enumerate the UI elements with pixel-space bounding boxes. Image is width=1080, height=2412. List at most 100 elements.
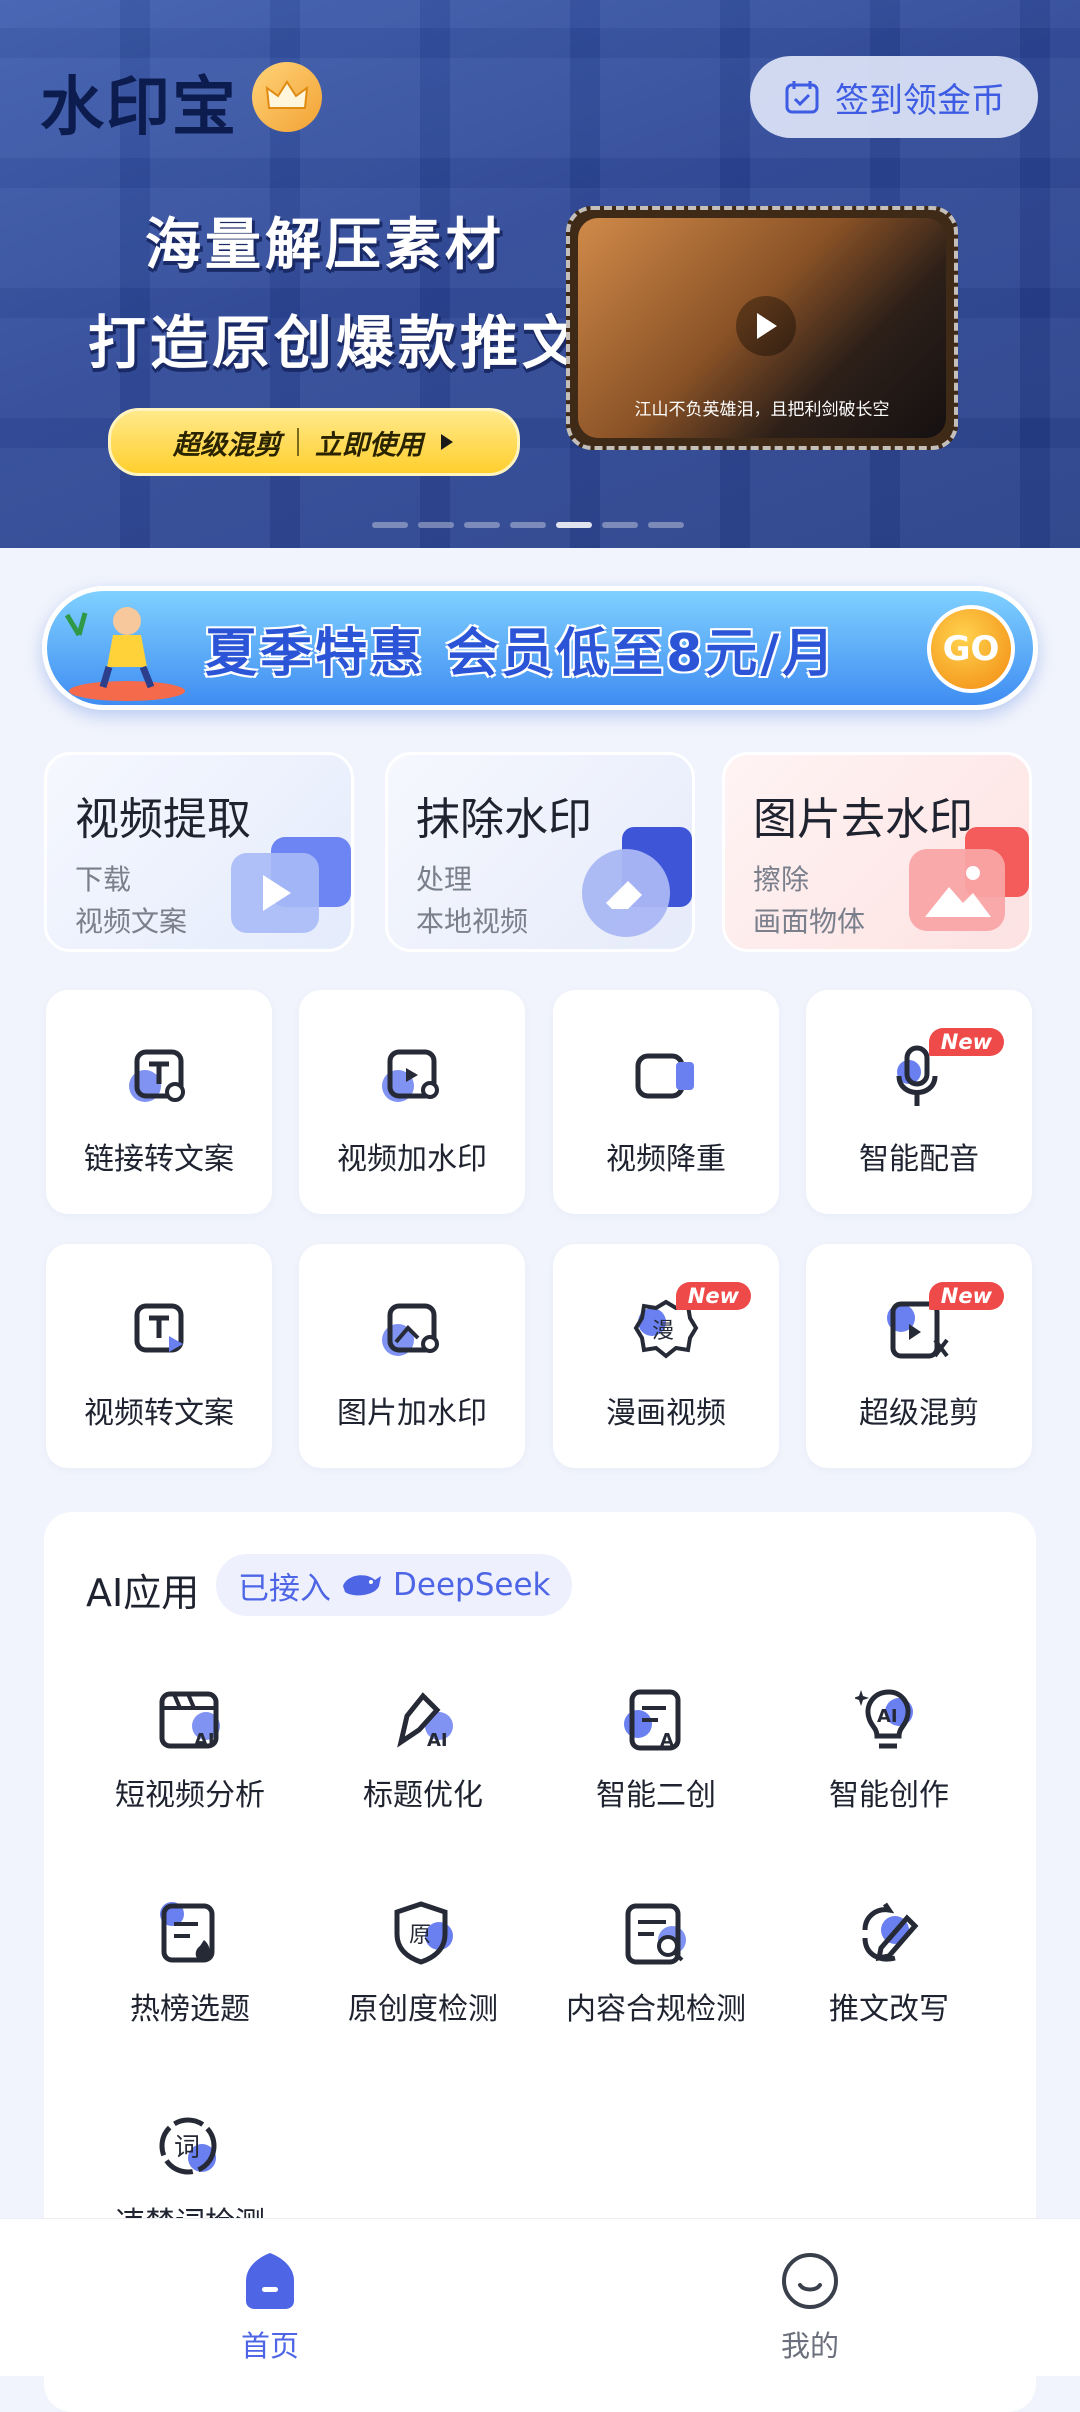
video-extract-card[interactable]: 视频提取 下载 视频文案 — [44, 752, 354, 952]
carousel-dot[interactable] — [556, 522, 592, 528]
tool-comic-video[interactable]: 漫漫画视频 New — [553, 1244, 779, 1468]
hero-cta-button[interactable]: 超级混剪 立即使用 — [108, 408, 520, 476]
tool-video-camera[interactable]: 视频降重 — [553, 990, 779, 1214]
tool-label: 超级混剪 — [859, 1396, 979, 1431]
carousel-dot[interactable] — [648, 522, 684, 528]
video-analysis-icon: AI — [156, 1686, 224, 1754]
tab-profile[interactable]: 我的 — [730, 2251, 890, 2365]
carousel-dot[interactable] — [372, 522, 408, 528]
ai-item-hot-list[interactable]: 热榜选题 — [74, 1900, 306, 2060]
tool-microphone[interactable]: 智能配音 New — [806, 990, 1032, 1214]
tool-video-watermark[interactable]: 视频加水印 — [299, 990, 525, 1214]
image-icon — [909, 827, 1029, 931]
ai-item-original-check[interactable]: 原原创度检测 — [307, 1900, 539, 2060]
ai-item-label: 短视频分析 — [115, 1778, 265, 1813]
image-watermark-icon — [376, 1296, 448, 1368]
pen-ai-icon: AI — [389, 1686, 457, 1754]
surfer-illustration-icon — [64, 607, 185, 701]
new-badge: New — [928, 1028, 1004, 1056]
ai-item-label: 原创度检测 — [348, 1992, 498, 2027]
ai-item-video-analysis[interactable]: AI 短视频分析 — [74, 1686, 306, 1846]
tool-label: 图片加水印 — [337, 1396, 487, 1431]
deepseek-prefix: 已接入 — [238, 1570, 331, 1607]
new-badge: New — [675, 1282, 751, 1310]
tab-home[interactable]: 首页 — [190, 2251, 350, 2365]
ai-item-pen-ai[interactable]: AI 标题优化 — [307, 1686, 539, 1846]
whale-icon — [343, 1575, 381, 1596]
svg-text:原: 原 — [409, 1923, 431, 1948]
tool-link-text[interactable]: 链接转文案 — [46, 990, 272, 1214]
video-text-icon — [123, 1296, 195, 1368]
card-sub-2: 视频文案 — [75, 905, 188, 938]
carousel-dot[interactable] — [418, 522, 454, 528]
tool-image-watermark[interactable]: 图片加水印 — [299, 1244, 525, 1468]
tool-label: 视频加水印 — [337, 1142, 487, 1177]
link-text-icon — [123, 1042, 195, 1114]
remove-watermark-card[interactable]: 抹除水印 处理 本地视频 — [385, 752, 695, 952]
card-sub-2: 画面物体 — [753, 905, 866, 938]
image-remove-watermark-card[interactable]: 图片去水印 擦除 画面物体 — [722, 752, 1032, 952]
calendar-check-icon — [785, 81, 819, 114]
summer-go-button[interactable]: GO — [927, 605, 1015, 693]
hero-headline-2: 打造原创爆款推文 — [88, 309, 585, 377]
video-play-icon — [231, 837, 351, 933]
deepseek-badge: 已接入 DeepSeek — [216, 1554, 573, 1616]
carousel-dot[interactable] — [602, 522, 638, 528]
forbidden-word-icon: 词 — [156, 2114, 224, 2182]
carousel-dot[interactable] — [510, 522, 546, 528]
video-camera-icon — [630, 1042, 702, 1114]
tool-label: 视频转文案 — [84, 1396, 234, 1431]
ai-item-label: 智能创作 — [829, 1778, 949, 1813]
svg-text:AI: AI — [427, 1730, 448, 1751]
tool-label: 链接转文案 — [84, 1142, 234, 1177]
card-sub-1: 下载 — [75, 863, 132, 896]
ai-item-bulb-ai[interactable]: AI 智能创作 — [773, 1686, 1005, 1846]
ai-item-label: 内容合规检测 — [566, 1992, 746, 2027]
summer-sale-text: 夏季特惠 会员低至8元/月 — [205, 624, 838, 684]
ai-item-rewrite[interactable]: 推文改写 — [773, 1900, 1005, 2060]
carousel-dot[interactable] — [464, 522, 500, 528]
svg-text:AI: AI — [660, 1730, 681, 1751]
tool-label: 视频降重 — [606, 1142, 726, 1177]
play-icon[interactable] — [736, 296, 796, 356]
carousel-indicator — [372, 522, 684, 528]
summer-sale-banner[interactable]: 夏季特惠 会员低至8元/月 GO — [42, 586, 1038, 710]
tool-video-text[interactable]: 视频转文案 — [46, 1244, 272, 1468]
tab-home-label: 首页 — [240, 2329, 299, 2363]
ai-item-doc-ai[interactable]: AI 智能二创 — [540, 1686, 772, 1846]
hero-cta-divider — [297, 428, 299, 456]
play-arrow-icon — [441, 434, 453, 450]
ai-item-label: 推文改写 — [829, 1992, 949, 2027]
checkin-label: 签到领金币 — [835, 80, 1005, 121]
hero-cta-feature: 超级混剪 — [173, 429, 281, 461]
ai-item-label: 智能二创 — [596, 1778, 716, 1813]
svg-text:AI: AI — [194, 1730, 215, 1751]
hero-banner[interactable]: 水印宝 签到领金币 海量解压素材 打造原创爆款推文 超级混剪 立即使用 江山不负… — [0, 0, 1080, 548]
hot-list-icon — [156, 1900, 224, 1968]
tab-profile-label: 我的 — [780, 2329, 839, 2363]
compliance-check-icon — [622, 1900, 690, 1968]
vip-crown-icon[interactable] — [252, 62, 322, 132]
tool-super-mix[interactable]: 超级混剪 New — [806, 1244, 1032, 1468]
hero-video-preview[interactable]: 江山不负英雄泪，且把利剑破长空 — [566, 206, 958, 450]
eraser-icon — [582, 827, 692, 937]
tool-label: 漫画视频 — [606, 1396, 726, 1431]
doc-ai-icon: AI — [622, 1686, 690, 1754]
checkin-button[interactable]: 签到领金币 — [750, 56, 1038, 138]
card-sub-2: 本地视频 — [416, 905, 529, 938]
rewrite-icon — [855, 1900, 923, 1968]
original-check-icon: 原 — [389, 1900, 457, 1968]
svg-text:词: 词 — [174, 2133, 200, 2163]
ai-item-label: 热榜选题 — [130, 1992, 250, 2027]
svg-text:漫: 漫 — [652, 1319, 674, 1344]
home-icon — [246, 2253, 294, 2309]
bottom-tab-bar: 首页 我的 — [0, 2218, 1080, 2376]
tool-label: 智能配音 — [859, 1142, 979, 1177]
ai-item-compliance-check[interactable]: 内容合规检测 — [540, 1900, 772, 2060]
ai-item-label: 标题优化 — [363, 1778, 483, 1813]
svg-text:AI: AI — [877, 1706, 898, 1727]
hero-headline-1: 海量解压素材 — [145, 213, 505, 278]
card-sub-1: 擦除 — [753, 863, 810, 896]
profile-icon — [782, 2253, 838, 2309]
ai-section-title: AI应用 — [86, 1571, 200, 1615]
